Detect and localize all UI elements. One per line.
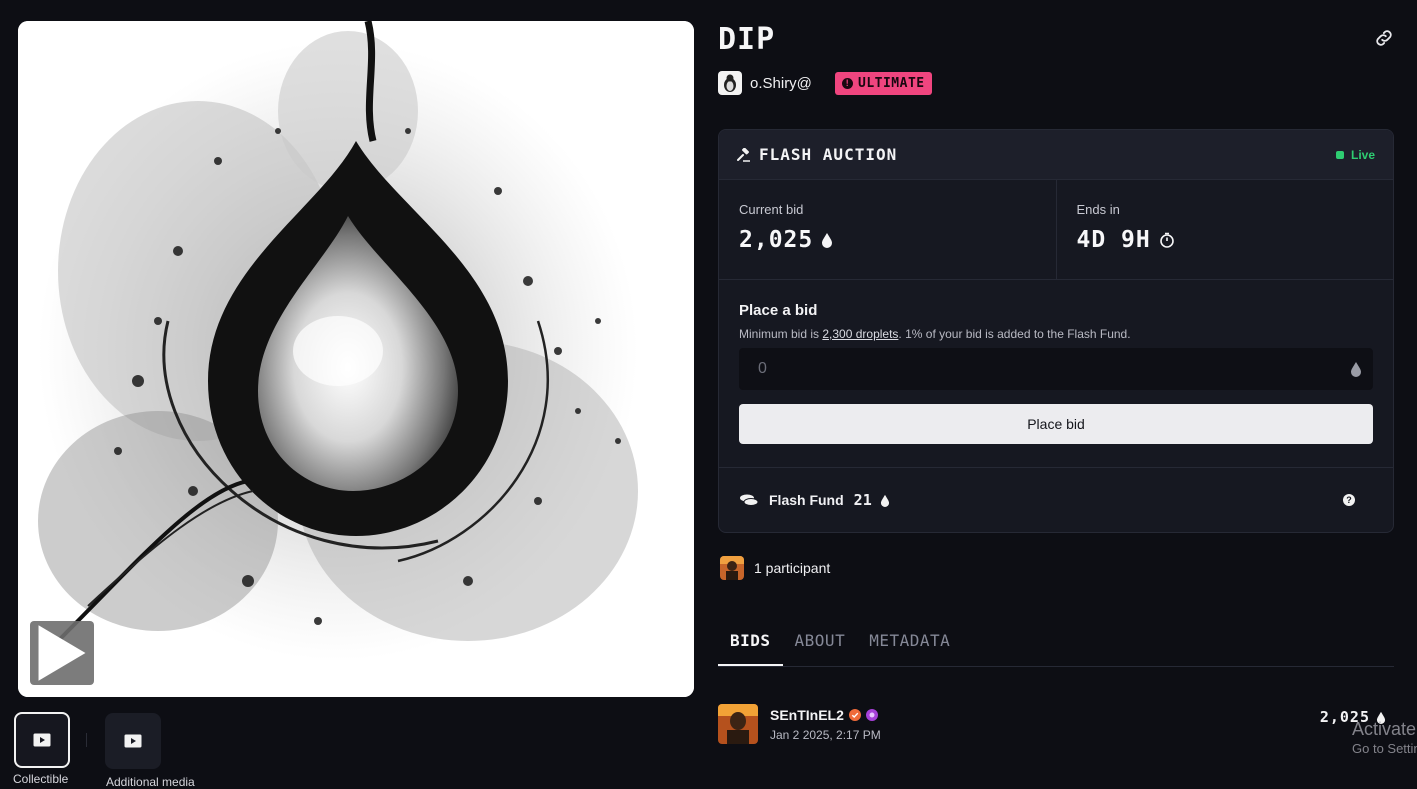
tier-badge-label: ULTIMATE	[858, 76, 925, 91]
creator-name: o.Shiry@	[750, 74, 812, 92]
live-status-label: Live	[1350, 147, 1375, 162]
tab-metadata[interactable]: METADATA	[857, 627, 962, 666]
ink-droplet-artwork	[18, 21, 694, 697]
droplet-icon	[822, 233, 833, 248]
media-label-additional: Additional media	[106, 775, 195, 789]
tab-about[interactable]: ABOUT	[783, 627, 858, 666]
min-bid-text: Minimum bid is 2,300 droplets. 1% of you…	[739, 327, 1131, 341]
droplet-icon	[880, 494, 889, 507]
gavel-icon	[737, 147, 750, 162]
verified-icon	[848, 708, 861, 721]
coins-icon	[740, 494, 759, 506]
bidder-avatar	[718, 704, 758, 744]
participant-avatar	[720, 556, 744, 580]
place-bid-section: Place a bid Minimum bid is 2,300 droplet…	[719, 280, 1393, 468]
activate-windows-watermark: Activate Windows Go to Settings to activ…	[1352, 718, 1417, 758]
droplet-icon	[1351, 362, 1361, 377]
flash-fund: Flash Fund 21 ?	[719, 468, 1393, 532]
auction-stats: Current bid 2,025 Ends in 4D 9H	[719, 180, 1393, 280]
media-label-collectible: Collectible	[13, 772, 69, 786]
live-dot-icon	[1335, 150, 1344, 159]
thumb-divider	[86, 733, 87, 747]
creator-avatar	[718, 71, 742, 95]
timer-icon	[1159, 232, 1174, 248]
current-bid-label: Current bid	[739, 202, 804, 217]
alert-icon: !	[842, 78, 853, 89]
artwork-image	[18, 21, 694, 697]
min-bid-link[interactable]: 2,300 droplets	[822, 327, 898, 341]
flash-fund-label: Flash Fund	[769, 492, 844, 508]
media-thumb-additional[interactable]	[105, 713, 161, 769]
link-icon[interactable]	[1373, 27, 1395, 49]
participants-count: 1 participant	[754, 560, 831, 576]
tier-badge: ! ULTIMATE	[835, 72, 932, 95]
auction-card: FLASH AUCTION Live Current bid 2,025 End…	[718, 129, 1394, 533]
flash-fund-value: 21	[853, 491, 872, 509]
media-thumb-collectible[interactable]	[14, 712, 70, 768]
ends-in-value: 4D 9H	[1076, 227, 1151, 253]
video-icon	[33, 733, 51, 747]
auction-header: FLASH AUCTION Live	[719, 130, 1393, 180]
play-button[interactable]	[30, 621, 94, 685]
video-icon	[124, 734, 142, 748]
bid-date: Jan 2 2025, 2:17 PM	[770, 727, 881, 742]
watermark-line1: Activate Windows	[1352, 719, 1417, 739]
ends-in: Ends in 4D 9H	[1055, 180, 1394, 279]
place-bid-heading: Place a bid	[739, 302, 818, 319]
creator[interactable]: o.Shiry@	[718, 71, 812, 95]
page-title: DIP	[718, 22, 776, 57]
watermark-line2: Go to Settings to activate Windows.	[1352, 741, 1417, 757]
play-icon	[38, 625, 86, 681]
ends-in-label: Ends in	[1076, 202, 1120, 217]
current-bid-value: 2,025	[739, 227, 814, 253]
help-icon[interactable]: ?	[1343, 494, 1355, 506]
tab-bar: BIDS ABOUT METADATA	[718, 627, 1394, 667]
place-bid-button[interactable]: Place bid	[739, 404, 1373, 444]
live-status: Live	[1335, 147, 1375, 162]
bid-amount-input[interactable]	[756, 359, 1350, 379]
bid-amount-field[interactable]	[739, 348, 1373, 390]
auction-type-label: FLASH AUCTION	[759, 145, 898, 164]
current-bid: Current bid 2,025	[719, 180, 1056, 279]
tier-icon	[865, 708, 878, 721]
participants[interactable]: 1 participant	[720, 556, 830, 580]
bidder-name[interactable]: SEnTInEL2	[770, 707, 844, 723]
bid-row[interactable]: SEnTInEL2 Jan 2 2025, 2:17 PM 2,025	[718, 704, 1394, 744]
tab-bids[interactable]: BIDS	[718, 627, 783, 666]
